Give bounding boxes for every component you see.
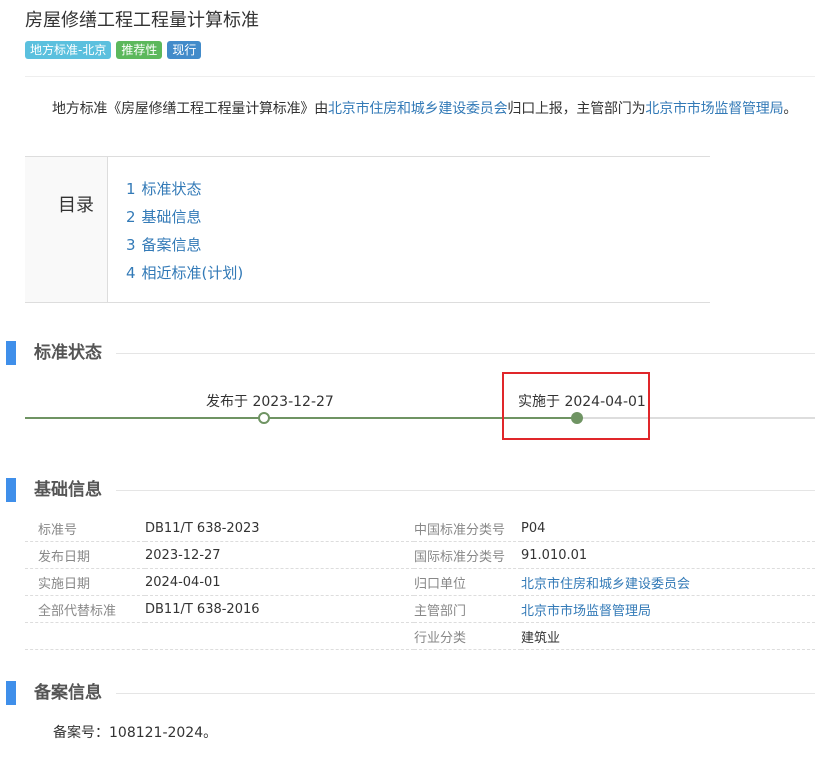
table-of-contents: 目录 1 标准状态 2 基础信息 3 备案信息 4 相近标准(计划) <box>25 156 710 303</box>
section-marker <box>6 478 16 502</box>
table-row: 行业分类 建筑业 <box>25 622 815 650</box>
competent-department-link[interactable]: 北京市市场监督管理局 <box>521 604 651 619</box>
basic-info-table: 标准号 DB11/T 638-2023 中国标准分类号 P04 发布日期 202… <box>25 515 815 650</box>
field-label: 主管部门 <box>414 595 521 623</box>
toc-item-filing-info[interactable]: 3 备案信息 <box>126 231 243 259</box>
intro-paragraph: 地方标准《房屋修缮工程工程量计算标准》由北京市住房和城乡建设委员会归口上报，主管… <box>52 99 797 119</box>
highlight-box <box>502 372 650 440</box>
section-title-status: 标准状态 <box>34 341 110 365</box>
toc-heading-cell: 目录 <box>25 157 108 302</box>
table-row: 标准号 DB11/T 638-2023 中国标准分类号 P04 <box>25 515 815 542</box>
field-label: 中国标准分类号 <box>414 515 521 542</box>
field-label: 归口单位 <box>414 568 521 596</box>
field-value: 2024-04-01 <box>145 568 414 596</box>
section-divider <box>116 353 815 354</box>
field-label: 标准号 <box>25 515 145 542</box>
section-title-filing: 备案信息 <box>34 681 110 705</box>
toc-item-basic-info[interactable]: 2 基础信息 <box>126 203 243 231</box>
section-divider <box>116 490 815 491</box>
field-value: 91.010.01 <box>521 541 815 569</box>
timeline-published-label: 发布于 2023-12-27 <box>206 394 334 410</box>
intro-middle: 归口上报，主管部门为 <box>507 101 646 117</box>
intro-prefix: 地方标准《房屋修缮工程工程量计算标准》由 <box>52 101 328 117</box>
field-label: 国际标准分类号 <box>414 541 521 569</box>
field-value: 建筑业 <box>521 622 815 650</box>
toc-heading: 目录 <box>58 195 94 216</box>
field-value-link: 北京市市场监督管理局 <box>521 595 815 623</box>
section-divider <box>116 693 815 694</box>
field-value-link: 北京市住房和城乡建设委员会 <box>521 568 815 596</box>
section-marker <box>6 341 16 365</box>
section-header-filing: 备案信息 <box>6 681 815 705</box>
page-title: 房屋修缮工程工程量计算标准 <box>25 10 259 31</box>
section-marker <box>6 681 16 705</box>
org-link-housing-commission[interactable]: 北京市住房和城乡建设委员会 <box>328 101 508 117</box>
field-label: 发布日期 <box>25 541 145 569</box>
toc-list: 1 标准状态 2 基础信息 3 备案信息 4 相近标准(计划) <box>126 175 243 287</box>
table-row: 实施日期 2024-04-01 归口单位 北京市住房和城乡建设委员会 <box>25 568 815 596</box>
badge-current[interactable]: 现行 <box>167 41 202 59</box>
timeline-published-dot <box>258 412 270 424</box>
filing-number: 备案号：108121-2024。 <box>53 725 218 741</box>
field-value: 2023-12-27 <box>145 541 414 569</box>
table-row: 全部代替标准 DB11/T 638-2016 主管部门 北京市市场监督管理局 <box>25 595 815 623</box>
field-label: 实施日期 <box>25 568 145 596</box>
field-value: P04 <box>521 515 815 542</box>
toc-item-related-standards[interactable]: 4 相近标准(计划) <box>126 259 243 287</box>
org-link-market-supervision[interactable]: 北京市市场监督管理局 <box>645 101 783 117</box>
responsible-unit-link[interactable]: 北京市住房和城乡建设委员会 <box>521 577 690 592</box>
field-label: 行业分类 <box>414 622 521 650</box>
timeline-completed-segment <box>25 417 577 419</box>
section-header-status: 标准状态 <box>6 341 815 365</box>
field-label <box>25 622 145 650</box>
section-title-basic: 基础信息 <box>34 478 110 502</box>
field-value: DB11/T 638-2023 <box>145 515 414 542</box>
table-row: 发布日期 2023-12-27 国际标准分类号 91.010.01 <box>25 541 815 569</box>
badge-group: 地方标准-北京 推荐性 现行 <box>25 41 202 59</box>
badge-local-standard[interactable]: 地方标准-北京 <box>25 41 112 59</box>
field-value <box>145 622 414 650</box>
header-divider <box>25 76 815 77</box>
toc-item-status[interactable]: 1 标准状态 <box>126 175 243 203</box>
field-label: 全部代替标准 <box>25 595 145 623</box>
field-value: DB11/T 638-2016 <box>145 595 414 623</box>
section-header-basic: 基础信息 <box>6 478 815 502</box>
badge-recommended[interactable]: 推荐性 <box>116 41 163 59</box>
intro-suffix: 。 <box>783 101 798 117</box>
